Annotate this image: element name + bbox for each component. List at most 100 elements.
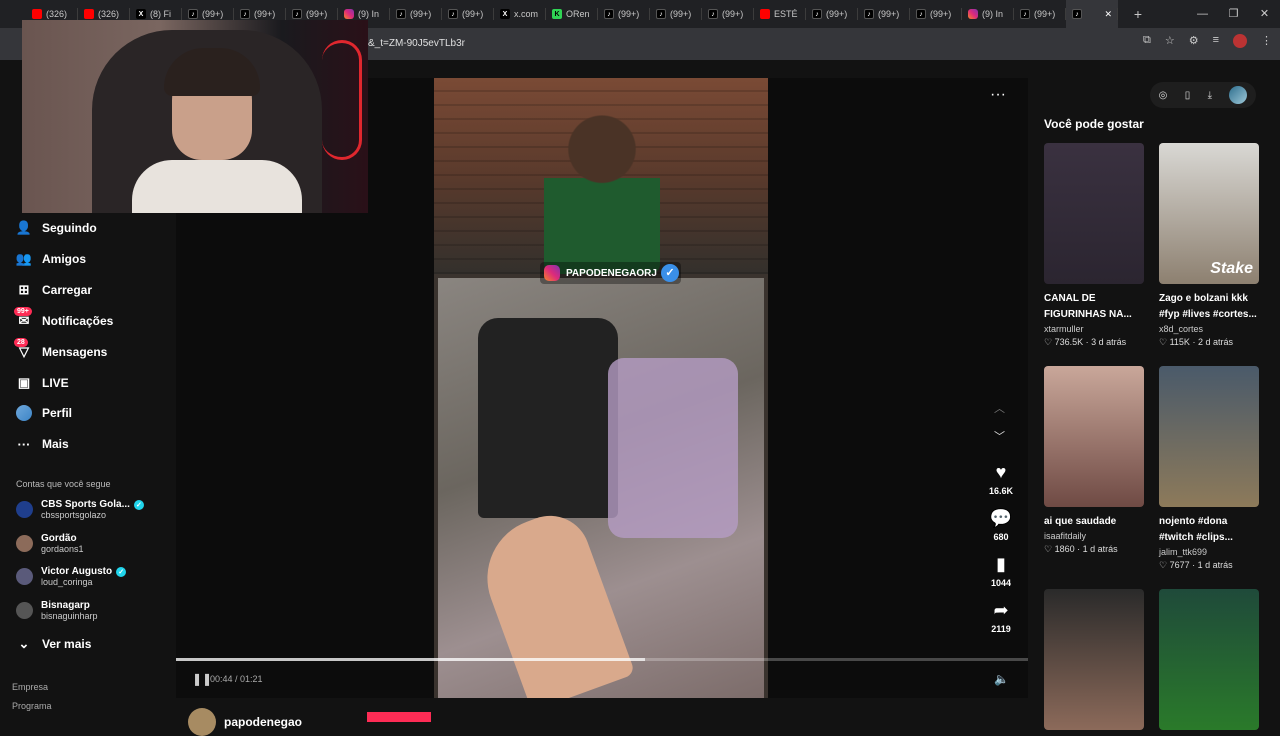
recommended-video-card[interactable] — [1159, 589, 1259, 730]
browser-tab[interactable]: ♪ (99+) — [598, 0, 650, 28]
video-thumbnail[interactable] — [1159, 366, 1259, 507]
tab-label: (99+) — [878, 9, 900, 19]
followed-account[interactable]: Victor Augusto ✓ loud_coringa — [16, 566, 127, 587]
recommended-video-card[interactable] — [1044, 589, 1144, 730]
following-section-title: Contas que você segue — [16, 479, 111, 489]
browser-tab[interactable]: Xx.com — [494, 0, 546, 28]
card-title[interactable]: nojento #dona #twitch #clips... — [1159, 514, 1263, 546]
youtube-icon — [84, 9, 94, 19]
video-frame[interactable]: PAPODENEGAORJ — [434, 78, 768, 698]
phone-icon[interactable]: ▯ — [1185, 90, 1191, 101]
media-icon[interactable]: ≡ — [1213, 34, 1219, 48]
browser-tab[interactable]: ♪ (99+) — [442, 0, 494, 28]
tab-label: (326) — [98, 9, 120, 19]
video-thumbnail[interactable] — [1044, 143, 1144, 284]
sidebar-item-amigos[interactable]: 👥 Amigos — [16, 247, 86, 271]
sidebar-item-notificaes[interactable]: ✉ 99+ Notificações — [14, 307, 113, 333]
recommended-video-card[interactable]: ai que saudade isaafitdaily ♡ 1860 · 1 d a… — [1044, 366, 1144, 555]
author-avatar[interactable] — [188, 708, 216, 736]
author-name[interactable]: papodenegao — [224, 715, 302, 729]
sidebar-item-carregar[interactable]: ⊞ Carregar — [16, 278, 92, 302]
sidebar-item-label: Perfil — [42, 406, 73, 420]
card-author[interactable]: xtarmuller — [1044, 324, 1144, 334]
tab-label: (99+) — [826, 9, 848, 19]
separator: · — [1189, 337, 1198, 347]
recommended-video-card[interactable]: Stake Zago e bolzani kkk #fyp #lives #cor… — [1159, 143, 1259, 348]
card-title[interactable]: CANAL DE FIGURINHAS NA... — [1044, 291, 1148, 323]
download-icon[interactable]: ⤓ — [1208, 90, 1212, 101]
follow-button[interactable] — [367, 712, 431, 722]
tab-label: (9) In — [982, 9, 1004, 19]
sidebar-item-live[interactable]: ▣ LIVE — [16, 371, 69, 395]
volume-icon[interactable]: 🔈 — [994, 672, 1009, 686]
tiktok-icon: ♪ — [1072, 9, 1082, 19]
previous-video-icon[interactable]: ︿ — [994, 400, 1005, 416]
sidebar-item-label: Seguindo — [42, 221, 97, 235]
video-thumbnail[interactable] — [1044, 366, 1144, 507]
browser-tab[interactable]: ♪ ✕ — [1066, 0, 1118, 28]
next-video-icon[interactable]: ﹀ — [994, 428, 1005, 444]
comment-button[interactable]: 💬 680 — [976, 508, 1026, 542]
sidebar-item-seguindo[interactable]: 👤 Seguindo — [16, 216, 97, 240]
profile-avatar[interactable] — [1233, 34, 1247, 48]
card-title[interactable]: ai que saudade — [1044, 514, 1148, 530]
time-display: 00:44 / 01:21 — [210, 674, 263, 684]
sidebar-item-perfil[interactable]: Perfil — [16, 401, 72, 425]
tab-label: (99+) — [618, 9, 640, 19]
live-icon: ▣ — [17, 375, 31, 390]
tab-label: (99+) — [930, 9, 952, 19]
account-avatar — [16, 568, 33, 585]
save-button[interactable]: ▮ 1044 — [976, 554, 1026, 588]
minimize-icon[interactable]: — — [1187, 0, 1218, 28]
url-field[interactable]: &_t=ZM-90J5evTLb3r — [360, 34, 1110, 54]
followed-account[interactable]: Gordão gordaons1 — [16, 533, 84, 554]
like-button[interactable]: ♥ 16.6K — [976, 462, 1026, 496]
browser-tab[interactable]: ♪ (99+) — [390, 0, 442, 28]
browser-tab[interactable]: ♪ (99+) — [702, 0, 754, 28]
video-author[interactable]: papodenegao — [188, 708, 302, 736]
card-author[interactable]: isaafitdaily — [1044, 531, 1144, 541]
close-tab-icon[interactable]: ✕ — [1104, 9, 1112, 20]
browser-tab[interactable]: ESTÉ — [754, 0, 806, 28]
followed-account[interactable]: CBS Sports Gola... ✓ cbssportsgolazo — [16, 499, 144, 520]
extensions-icon[interactable]: ⚙ — [1189, 34, 1199, 48]
see-more-button[interactable]: ⌄ Ver mais — [16, 632, 92, 656]
browser-tab[interactable]: ♪ (99+) — [650, 0, 702, 28]
restore-icon[interactable]: ❐ — [1218, 0, 1249, 28]
browser-tab[interactable]: ♪ (99+) — [1014, 0, 1066, 28]
card-age: 1 d atrás — [1197, 560, 1233, 570]
footer-link-company[interactable]: Empresa — [12, 682, 48, 692]
webcam-neon-light — [322, 40, 362, 160]
card-title[interactable]: Zago e bolzani kkk #fyp #lives #cortes..… — [1159, 291, 1263, 323]
share-button[interactable]: ➦ 2119 — [976, 600, 1026, 634]
x-icon: X — [500, 9, 510, 19]
video-thumbnail[interactable]: Stake — [1159, 143, 1259, 284]
video-thumbnail[interactable] — [1044, 589, 1144, 730]
more-options-icon[interactable]: ··· — [990, 86, 1006, 104]
browser-tab[interactable]: ♪ (99+) — [858, 0, 910, 28]
menu-kebab-icon[interactable]: ⋮ — [1261, 34, 1272, 48]
followed-account[interactable]: Bisnagarp bisnaguinharp — [16, 600, 98, 621]
recommended-video-card[interactable]: nojento #dona #twitch #clips... jalim_ttk… — [1159, 366, 1259, 571]
footer-link-program[interactable]: Programa — [12, 701, 52, 711]
sidebar-item-label: Mensagens — [42, 345, 108, 359]
recommended-video-card[interactable]: CANAL DE FIGURINHAS NA... xtarmuller ♡ 736… — [1044, 143, 1144, 348]
heart-outline-icon: ♡ — [1044, 544, 1055, 554]
browser-tab[interactable]: ♪ (99+) — [910, 0, 962, 28]
progress-bar[interactable] — [176, 658, 1028, 661]
card-author[interactable]: x8d_cortes — [1159, 324, 1259, 334]
close-window-icon[interactable]: ✕ — [1249, 0, 1280, 28]
new-tab-icon[interactable]: + — [1128, 6, 1148, 22]
card-stats: ♡ 1860 · 1 d atrás — [1044, 544, 1144, 555]
sidebar-item-mensagens[interactable]: ▽ 28 Mensagens — [14, 338, 108, 364]
bookmark-star-icon[interactable]: ☆ — [1165, 34, 1175, 48]
video-thumbnail[interactable] — [1159, 589, 1259, 730]
card-author[interactable]: jalim_ttk699 — [1159, 547, 1259, 557]
browser-tab[interactable]: K ORen — [546, 0, 598, 28]
compass-icon[interactable]: ◎ — [1159, 90, 1168, 101]
user-avatar[interactable] — [1229, 86, 1248, 104]
sidebar-item-mais[interactable]: ··· Mais — [16, 432, 69, 456]
install-icon[interactable]: ⧉ — [1143, 34, 1151, 48]
browser-tab[interactable]: ♪ (99+) — [806, 0, 858, 28]
browser-tab[interactable]: (9) In — [962, 0, 1014, 28]
